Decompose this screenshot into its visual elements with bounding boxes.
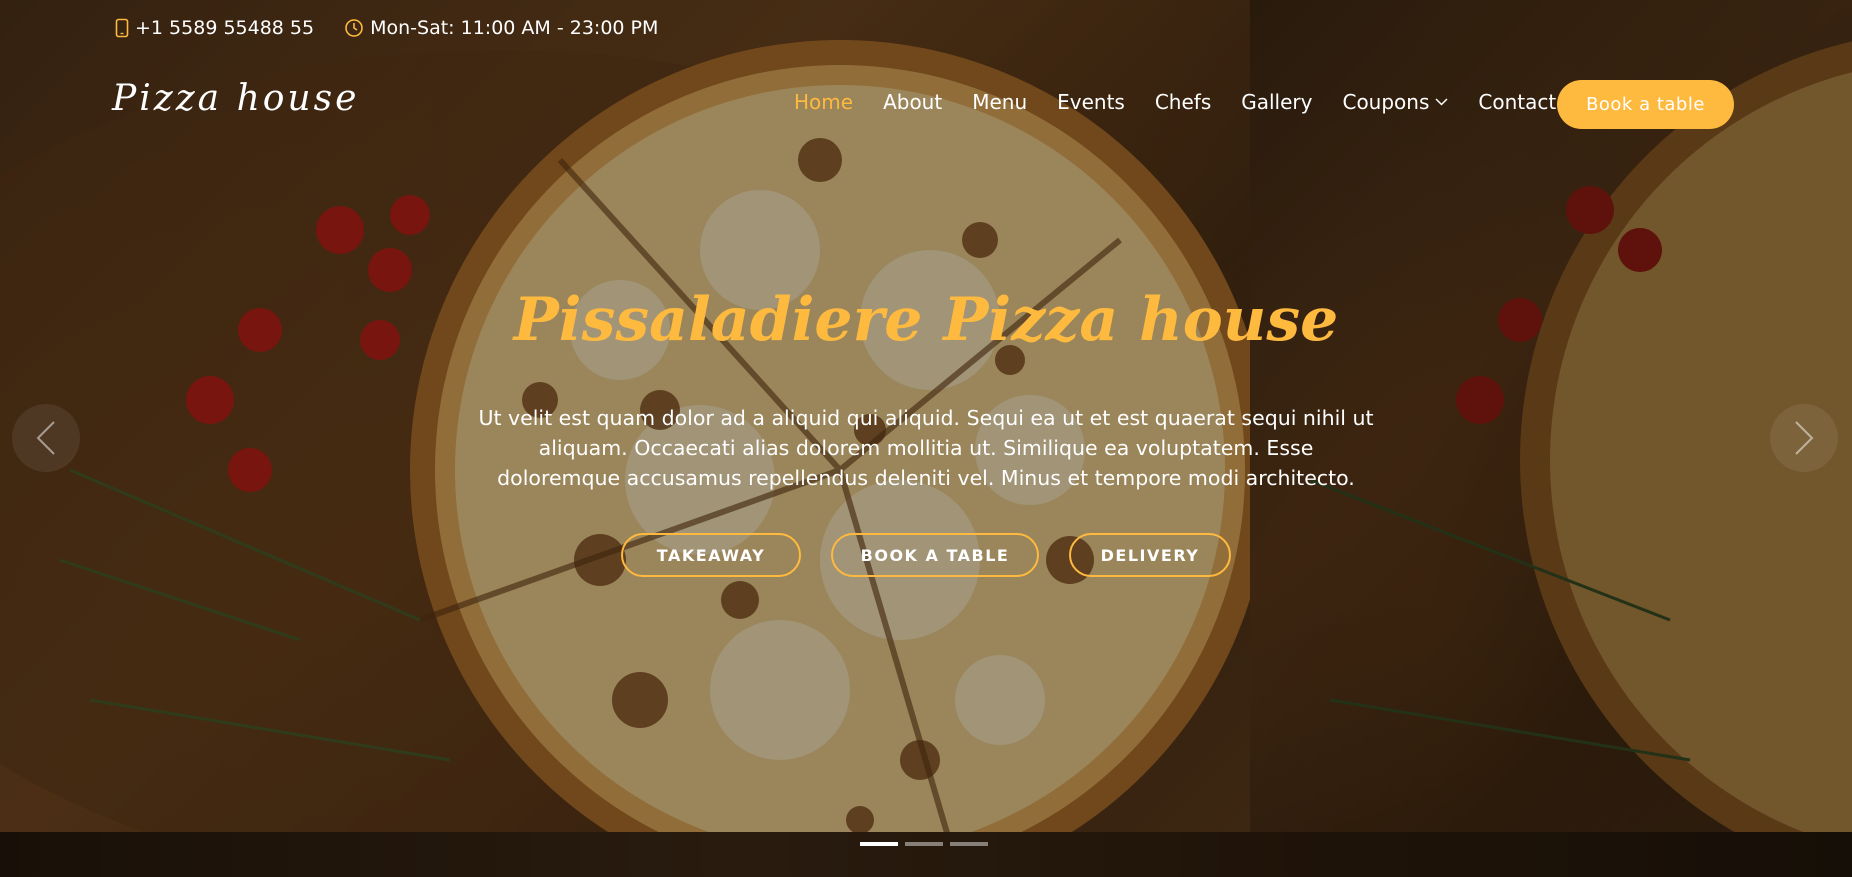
phone-number: +1 5589 55488 55 bbox=[135, 17, 315, 39]
carousel-prev-button[interactable] bbox=[12, 404, 80, 472]
nav-about[interactable]: About bbox=[883, 90, 942, 114]
hero-actions: TAKEAWAY BOOK A TABLE DELIVERY bbox=[0, 533, 1852, 577]
clock-icon bbox=[345, 19, 363, 37]
nav-gallery[interactable]: Gallery bbox=[1241, 90, 1312, 114]
phone-info: +1 5589 55488 55 bbox=[115, 17, 314, 39]
nav-home[interactable]: Home bbox=[794, 90, 853, 114]
topbar: +1 5589 55488 55 Mon-Sat: 11:00 AM - 23:… bbox=[115, 16, 688, 40]
main-nav: Home About Menu Events Chefs Gallery Cou… bbox=[794, 90, 1586, 114]
carousel-indicator-3[interactable] bbox=[950, 842, 988, 846]
carousel-indicators bbox=[860, 842, 995, 846]
hero-description: Ut velit est quam dolor ad a aliquid qui… bbox=[478, 406, 1374, 490]
site-logo[interactable]: Pizza house bbox=[112, 78, 359, 119]
hero-title: Pissaladiere Pizza house bbox=[513, 285, 1339, 355]
hours-info: Mon-Sat: 11:00 AM - 23:00 PM bbox=[344, 17, 658, 39]
nav-contact[interactable]: Contact bbox=[1478, 90, 1556, 114]
nav-events[interactable]: Events bbox=[1057, 90, 1125, 114]
chevron-down-icon bbox=[1435, 98, 1448, 106]
nav-coupons[interactable]: Coupons bbox=[1342, 90, 1448, 114]
carousel-indicator-1[interactable] bbox=[860, 842, 898, 846]
carousel-next-button[interactable] bbox=[1770, 404, 1838, 472]
nav-menu[interactable]: Menu bbox=[972, 90, 1027, 114]
opening-hours: Mon-Sat: 11:00 AM - 23:00 PM bbox=[370, 17, 659, 39]
chevron-left-icon bbox=[36, 421, 55, 455]
delivery-button[interactable]: DELIVERY bbox=[1069, 533, 1231, 577]
hero-book-table-button[interactable]: BOOK A TABLE bbox=[831, 533, 1039, 577]
takeaway-button[interactable]: TAKEAWAY bbox=[621, 533, 801, 577]
chevron-right-icon bbox=[1795, 421, 1814, 455]
carousel-indicator-2[interactable] bbox=[905, 842, 943, 846]
nav-chefs[interactable]: Chefs bbox=[1155, 90, 1211, 114]
nav-coupons-label: Coupons bbox=[1342, 90, 1430, 114]
phone-icon bbox=[115, 18, 129, 38]
book-table-button[interactable]: Book a table bbox=[1557, 80, 1734, 129]
